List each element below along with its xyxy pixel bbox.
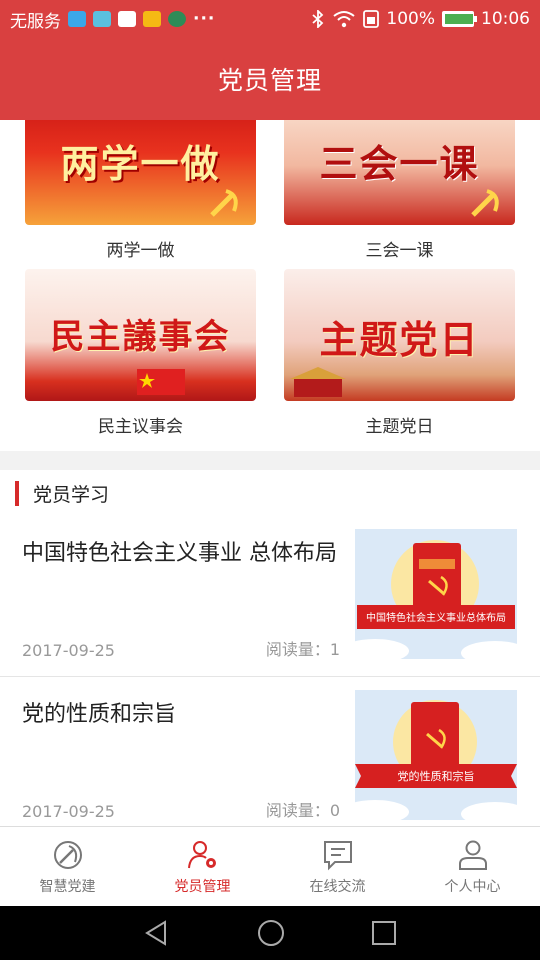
tab-label: 智慧党建 bbox=[39, 878, 96, 895]
app-notification-icon bbox=[68, 11, 86, 27]
app-notification-icon bbox=[168, 11, 186, 27]
wifi-icon bbox=[333, 11, 356, 28]
tile-label: 主题党日 bbox=[365, 417, 434, 437]
tile-banner: 三会一课 bbox=[284, 120, 515, 225]
section-accent-bar bbox=[15, 480, 19, 506]
more-notifications-icon: ··· bbox=[193, 9, 216, 29]
article-title: 党的性质和宗旨 bbox=[22, 702, 177, 727]
home-icon[interactable] bbox=[256, 918, 286, 948]
thumbnail-caption: 党的性质和宗旨 bbox=[398, 769, 475, 783]
article-thumbnail: 党的性质和宗旨 bbox=[355, 690, 517, 820]
tab-dangyuan-guanli[interactable]: 党员管理 bbox=[135, 827, 270, 906]
article-date: 2017-09-25 bbox=[22, 641, 115, 660]
sim-icon bbox=[363, 10, 380, 28]
tab-zaixian-jiaoliu[interactable]: 在线交流 bbox=[270, 827, 405, 906]
person-icon bbox=[458, 840, 487, 870]
app-notification-icon bbox=[93, 11, 111, 27]
tile-banner-title: 民主議事会 bbox=[50, 317, 231, 357]
tile-label: 两学一做 bbox=[106, 241, 175, 261]
app-notification-icon bbox=[143, 11, 161, 27]
tab-label: 个人中心 bbox=[444, 878, 501, 895]
section-header: 党员学习 bbox=[0, 470, 540, 516]
tile-banner: 民主議事会 bbox=[25, 269, 256, 401]
app-header: 党员管理 bbox=[0, 38, 540, 120]
tile-banner-title: 三会一课 bbox=[319, 141, 480, 186]
tab-label: 党员管理 bbox=[174, 878, 231, 895]
tab-geren-zhongxin[interactable]: 个人中心 bbox=[405, 827, 540, 906]
tile-banner: 主题党日 bbox=[284, 269, 515, 401]
bluetooth-icon bbox=[312, 10, 324, 28]
thumbnail-caption: 中国特色社会主义事业总体布局 bbox=[366, 611, 506, 624]
system-nav-bar bbox=[0, 906, 540, 960]
article-title: 中国特色社会主义事业 总体布局 bbox=[22, 541, 337, 566]
battery-percent: 100% bbox=[386, 9, 435, 29]
hammer-sickle-icon bbox=[471, 189, 499, 217]
clock: 10:06 bbox=[481, 9, 530, 29]
page-title: 党员管理 bbox=[217, 66, 322, 95]
study-section: 党员学习 中国特色社会主义事业 总体布局 2017-09-25 阅读量：1 中国… bbox=[0, 470, 540, 826]
status-bar: 无服务 ··· 100% 10:06 bbox=[0, 0, 540, 38]
article-item[interactable]: 党的性质和宗旨 2017-09-25 阅读量：0 党的性质和宗旨 bbox=[0, 677, 540, 826]
tile-zhuti-dangri[interactable]: 主题党日 主题党日 bbox=[284, 269, 515, 437]
article-read-count: 阅读量：0 bbox=[265, 801, 340, 820]
tile-sanhui-yike[interactable]: 三会一课 三会一课 bbox=[284, 120, 515, 261]
party-emblem-icon bbox=[53, 840, 82, 869]
tile-liangxue-yizuo[interactable]: 两学一做 两学一做 bbox=[25, 120, 256, 261]
section-title: 党员学习 bbox=[33, 483, 110, 506]
tile-minzhu-yishihui[interactable]: 民主議事会 民主议事会 bbox=[25, 269, 256, 437]
tab-label: 在线交流 bbox=[309, 878, 366, 895]
chat-icon bbox=[323, 840, 352, 870]
app-notification-icon bbox=[118, 11, 136, 27]
tab-zhihui-dangjian[interactable]: 智慧党建 bbox=[0, 827, 135, 906]
tile-banner: 两学一做 bbox=[25, 120, 256, 225]
article-item[interactable]: 中国特色社会主义事业 总体布局 2017-09-25 阅读量：1 中国特色社会主… bbox=[0, 516, 540, 677]
user-gear-icon bbox=[187, 840, 216, 868]
feature-grid: 两学一做 两学一做 三会一课 三会一课 民主議事会 民主议事会 主题党日 主题党… bbox=[0, 120, 540, 451]
recents-icon[interactable] bbox=[371, 920, 397, 946]
hammer-sickle-icon bbox=[210, 189, 238, 217]
flag-icon bbox=[137, 369, 185, 395]
article-read-count: 阅读量：1 bbox=[265, 640, 340, 659]
bottom-tab-bar: 智慧党建 党员管理 在线交流 个人中心 bbox=[0, 826, 540, 906]
tile-label: 三会一课 bbox=[365, 241, 434, 261]
article-thumbnail: 中国特色社会主义事业总体布局 bbox=[355, 529, 517, 659]
tile-banner-title: 主题党日 bbox=[319, 317, 480, 362]
tiananmen-icon bbox=[290, 367, 346, 397]
battery-icon bbox=[442, 11, 477, 27]
carrier-text: 无服务 bbox=[10, 11, 61, 32]
tile-label: 民主议事会 bbox=[98, 417, 183, 437]
back-icon[interactable] bbox=[143, 919, 171, 947]
tile-banner-title: 两学一做 bbox=[60, 141, 221, 186]
article-date: 2017-09-25 bbox=[22, 802, 115, 821]
